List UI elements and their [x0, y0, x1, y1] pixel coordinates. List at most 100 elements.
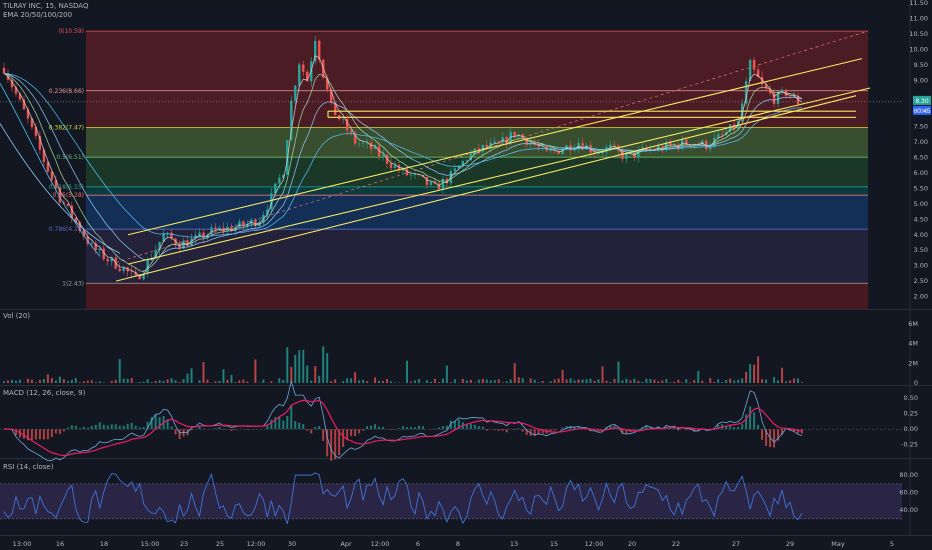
price-axis-tick: 5.00	[914, 200, 928, 208]
volume-axis-tick: 0	[914, 379, 918, 387]
price-candle	[2, 67, 6, 74]
macd-histogram-bar	[310, 429, 313, 434]
price-candle	[493, 141, 496, 143]
time-axis-tick: 12:00	[371, 540, 390, 548]
volume-bar	[573, 380, 576, 383]
macd-histogram-bar	[473, 424, 476, 430]
tradingview-chart[interactable]: 0(10.59) 0.236(8.66) 0.382(7.47) 0.5(6.51) 0…	[0, 0, 932, 550]
price-candle	[465, 160, 469, 161]
volume-bar	[334, 379, 337, 383]
volume-bar	[685, 379, 688, 383]
volume-axis-tick: 6M	[908, 320, 918, 328]
macd-histogram-bar	[38, 429, 41, 440]
volume-bar	[362, 379, 365, 383]
macd-histogram-bar	[322, 429, 325, 441]
price-axis-tick: 6.00	[914, 169, 928, 177]
price-candle	[302, 64, 305, 72]
macd-histogram-bar	[90, 425, 93, 430]
volume-bar	[429, 381, 432, 383]
macd-histogram-bar	[378, 426, 381, 430]
volume-bar	[749, 364, 752, 383]
macd-histogram-bar	[294, 421, 297, 430]
volume-bar	[641, 381, 644, 383]
macd-line	[3, 379, 803, 462]
volume-bar	[789, 380, 792, 383]
macd-histogram-bar	[22, 429, 25, 439]
price-candle	[625, 154, 628, 159]
fib-level-label: 1(2.43)	[62, 280, 84, 287]
time-axis-tick: 12:00	[585, 540, 604, 548]
macd-histogram-bar	[282, 420, 285, 430]
macd-axis-tick: 0.50	[904, 394, 918, 402]
volume-bar	[346, 378, 349, 383]
fib-level-label: 0.5(6.51)	[56, 154, 84, 161]
volume-bar	[405, 360, 408, 383]
volume-bar	[657, 381, 660, 383]
volume-bar	[158, 380, 161, 383]
macd-histogram-bar	[134, 425, 137, 430]
volume-bar	[98, 381, 101, 383]
price-candle	[361, 143, 365, 144]
volume-bar	[593, 380, 596, 383]
volume-bar	[342, 381, 345, 383]
volume-bar	[801, 382, 803, 383]
price-candle	[90, 243, 93, 244]
volume-bar	[38, 379, 41, 383]
price-candle	[613, 144, 616, 146]
macd-histogram-bar	[170, 426, 173, 430]
volume-bar	[366, 381, 369, 383]
macd-histogram-bar	[278, 416, 281, 430]
macd-axis-tick: 0.25	[904, 410, 918, 418]
volume-bar	[314, 366, 317, 383]
volume-bar	[517, 377, 520, 383]
volume-bar	[78, 382, 81, 383]
price-axis-tick: 10.00	[909, 45, 928, 53]
macd-histogram-bar	[358, 429, 361, 434]
time-axis-tick: 25	[216, 540, 224, 548]
macd-histogram-bar	[773, 429, 776, 448]
price-axis-tick: 8.00	[914, 107, 928, 115]
volume-bar	[665, 379, 668, 383]
macd-histogram-bar	[342, 429, 345, 447]
price-candle	[118, 268, 121, 271]
volume-bar	[138, 381, 141, 383]
price-candle	[780, 89, 784, 92]
volume-bar	[262, 379, 265, 383]
price-candle	[318, 40, 321, 60]
volume-bar	[294, 354, 297, 383]
volume-bar	[481, 378, 484, 383]
macd-histogram-bar	[362, 429, 365, 431]
macd-histogram-bar	[130, 422, 133, 430]
volume-bar	[533, 379, 536, 383]
volume-bar	[166, 379, 169, 383]
price-candle	[429, 181, 433, 185]
price-axis-tick: 7.00	[914, 138, 928, 146]
volume-bar	[202, 362, 205, 383]
volume-bar	[110, 380, 113, 383]
macd-histogram-bar	[350, 429, 353, 437]
volume-bar	[286, 347, 289, 383]
volume-bar	[254, 359, 257, 383]
volume-bar	[497, 379, 500, 383]
volume-bar	[310, 380, 313, 383]
volume-bar	[469, 379, 472, 383]
fib-zone	[86, 283, 868, 309]
rsi-axis-tick: 80.00	[899, 471, 918, 479]
volume-bar	[282, 379, 285, 383]
volume-bar	[330, 381, 333, 383]
price-candle	[214, 227, 217, 230]
volume-bar	[689, 382, 692, 383]
macd-histogram-bar	[733, 427, 736, 430]
volume-bar	[386, 378, 389, 383]
volume-bar	[42, 378, 45, 383]
price-axis-tick: 4.50	[914, 215, 928, 223]
volume-bar	[425, 380, 428, 383]
time-axis-tick: 27	[732, 540, 740, 548]
volume-bar	[737, 379, 740, 383]
price-candle	[198, 232, 201, 236]
price-candle	[721, 134, 724, 135]
volume-bar	[150, 382, 153, 383]
fib-level-label: 0.236(8.66)	[49, 88, 84, 95]
volume-bar	[709, 378, 712, 383]
volume-bar	[54, 380, 57, 383]
